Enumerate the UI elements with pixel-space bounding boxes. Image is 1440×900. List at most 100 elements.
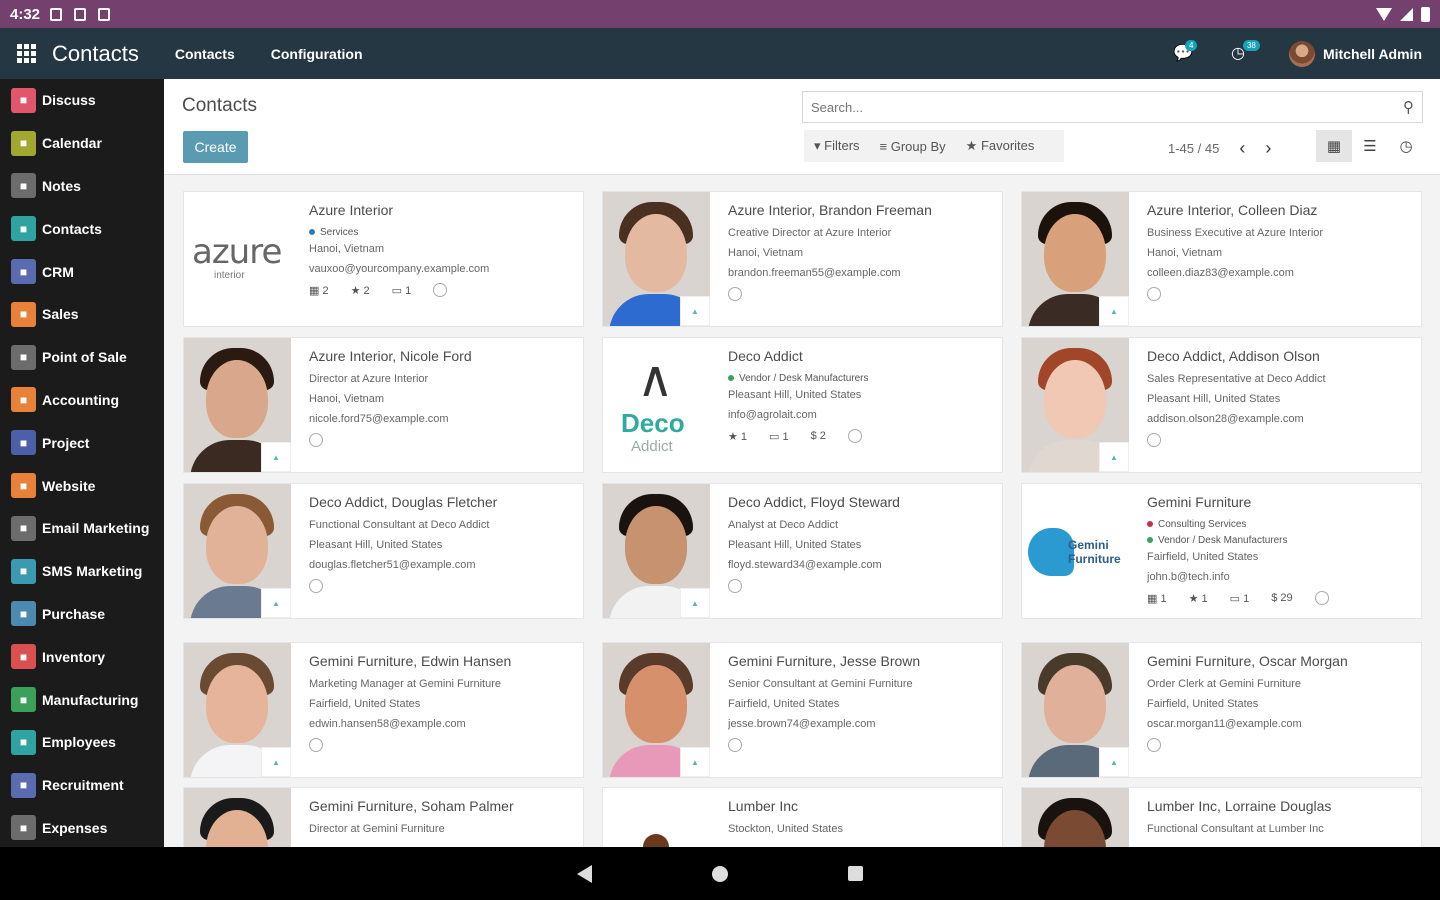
activity-clock-icon[interactable] xyxy=(847,429,862,443)
contact-photo: ▲ xyxy=(184,788,291,847)
activity-clock-icon[interactable] xyxy=(309,738,323,752)
sidebar-item-accounting[interactable]: ■ Accounting xyxy=(0,379,164,422)
sidebar-item-purchase[interactable]: ■ Purchase xyxy=(0,593,164,636)
contact-card[interactable]: ▲ Azure Interior, Brandon Freeman Creative… xyxy=(602,191,1003,327)
invoices-stat[interactable]: ▭ 1 xyxy=(1230,592,1250,605)
search-icon[interactable]: ⚲ xyxy=(1403,98,1414,116)
pager-next-icon[interactable]: › xyxy=(1265,138,1271,159)
create-button[interactable]: Create xyxy=(183,131,248,163)
sidebar-item-project[interactable]: ■ Project xyxy=(0,421,164,464)
activity-clock-icon[interactable] xyxy=(1147,287,1161,301)
sales-stat[interactable]: $ 29 xyxy=(1271,592,1292,604)
sidebar-item-notes[interactable]: ■ Notes xyxy=(0,165,164,208)
tag-color-dot xyxy=(309,229,315,236)
activity-clock-icon[interactable] xyxy=(309,433,323,447)
invoices-stat[interactable]: ▭ 1 xyxy=(769,430,789,443)
invoices-icon: ▭ xyxy=(769,430,783,443)
menu-contacts[interactable]: Contacts xyxy=(175,46,235,62)
contact-detail: Functional Consultant at Lumber Inc xyxy=(1147,823,1324,835)
activity-clock-icon[interactable] xyxy=(728,579,742,593)
pager-value[interactable]: 1-45 / 45 xyxy=(1168,141,1219,156)
sidebar-item-expenses[interactable]: ■ Expenses xyxy=(0,807,164,850)
search-bar[interactable]: ⚲ xyxy=(802,91,1423,123)
sidebar-item-employees[interactable]: ■ Employees xyxy=(0,721,164,764)
menu-configuration[interactable]: Configuration xyxy=(271,46,363,62)
category-tag: Vendor / Desk Manufacturers xyxy=(728,373,994,384)
sales-stat[interactable]: $ 2 xyxy=(811,430,826,442)
pager-previous-icon[interactable]: ‹ xyxy=(1239,138,1245,159)
opportunities-stat[interactable]: ★ 2 xyxy=(351,284,370,297)
opportunities-stat[interactable]: ★ 1 xyxy=(1189,592,1208,605)
activity-view-icon[interactable]: ◷ xyxy=(1388,130,1424,162)
sidebar-item-inventory[interactable]: ■ Inventory xyxy=(0,635,164,678)
contact-card[interactable]: Gemini Furniture Gemini Furniture Consulti… xyxy=(1021,483,1422,619)
contact-card[interactable]: ▲ Lumber Inc, Lorraine Douglas Functional … xyxy=(1021,787,1422,847)
company-mini-logo: ▲ xyxy=(1099,442,1129,472)
contact-card[interactable]: ▲ Gemini Furniture, Edwin Hansen Marketing… xyxy=(183,642,584,778)
search-input[interactable] xyxy=(811,99,1403,115)
group-by-button[interactable]: ≡ Group By xyxy=(880,139,946,154)
back-icon[interactable] xyxy=(577,864,592,883)
gemini-logo-text: Gemini Furniture xyxy=(1068,538,1121,566)
list-view-icon[interactable]: ☰ xyxy=(1352,130,1388,162)
search-options: ▾ Filters ≡ Group By ★ Favorites xyxy=(804,130,1065,162)
contact-name: Lumber Inc xyxy=(728,798,799,814)
compass-logo-icon: ∧ xyxy=(637,350,674,408)
contact-card[interactable]: ▲ Deco Addict, Douglas Fletcher Functional… xyxy=(183,483,584,619)
contact-detail: Hanoi, Vietnam xyxy=(309,393,385,405)
sidebar-item-email-marketing[interactable]: ■ Email Marketing xyxy=(0,507,164,550)
activity-clock-icon[interactable] xyxy=(1314,591,1329,605)
apps-menu-icon[interactable] xyxy=(0,44,52,63)
contact-detail: Pleasant Hill, United States xyxy=(728,539,862,551)
photo-face xyxy=(206,360,268,438)
recents-icon[interactable] xyxy=(848,866,863,881)
home-icon[interactable] xyxy=(712,865,728,882)
recruitment-app-icon: ■ xyxy=(11,772,36,798)
contact-card[interactable]: ▲ Azure Interior, Colleen Diaz Business Ex… xyxy=(1021,191,1422,327)
favorites-button[interactable]: ★ Favorites xyxy=(966,138,1035,154)
activity-clock-icon[interactable] xyxy=(728,287,742,301)
sidebar-item-discuss[interactable]: ■ Discuss xyxy=(0,79,164,122)
meetings-stat[interactable]: ▦ 1 xyxy=(1147,592,1167,605)
activity-clock-icon[interactable] xyxy=(433,283,448,297)
sidebar-item-point-of-sale[interactable]: ■ Point of Sale xyxy=(0,336,164,379)
app-brand[interactable]: Contacts xyxy=(52,41,139,67)
opportunities-stat[interactable]: ★ 1 xyxy=(728,430,747,443)
sidebar-item-calendar[interactable]: ■ Calendar xyxy=(0,122,164,165)
kanban-view-icon[interactable]: ▦ xyxy=(1316,130,1352,162)
sidebar-item-sms-marketing[interactable]: ■ SMS Marketing xyxy=(0,550,164,593)
sidebar-item-contacts[interactable]: ■ Contacts xyxy=(0,207,164,250)
contact-name: Gemini Furniture, Soham Palmer xyxy=(309,798,514,814)
contact-card[interactable]: ▲ Deco Addict, Addison Olson Sales Represe… xyxy=(1021,337,1422,473)
user-name[interactable]: Mitchell Admin xyxy=(1323,46,1422,62)
contact-card[interactable]: ∧ Deco Addict Deco Addict Vendor / Desk Manu… xyxy=(602,337,1003,473)
contact-card[interactable]: ▲ Gemini Furniture, Soham Palmer Director … xyxy=(183,787,584,847)
contact-card[interactable]: ▲ Deco Addict, Floyd Steward Analyst at De… xyxy=(602,483,1003,619)
sidebar-item-manufacturing[interactable]: ■ Manufacturing xyxy=(0,678,164,721)
contact-card[interactable]: ▲ Azure Interior, Nicole Ford Director at … xyxy=(183,337,584,473)
contact-card[interactable]: ▲ Gemini Furniture, Jesse Brown Senior Con… xyxy=(602,642,1003,778)
category-tag: Vendor / Desk Manufacturers xyxy=(1147,535,1413,546)
sidebar-item-website[interactable]: ■ Website xyxy=(0,464,164,507)
contact-stats xyxy=(1147,287,1413,301)
contact-card[interactable]: ▲ Gemini Furniture, Oscar Morgan Order Cle… xyxy=(1021,642,1422,778)
activity-clock-icon[interactable]: ◷ 38 xyxy=(1231,39,1260,62)
invoices-stat[interactable]: ▭ 1 xyxy=(392,284,412,297)
contact-info: Gemini Furniture, Jesse Brown Senior Cons… xyxy=(728,653,994,752)
sidebar-item-recruitment[interactable]: ■ Recruitment xyxy=(0,764,164,807)
contact-info: Lumber Inc, Lorraine Douglas Functional C… xyxy=(1147,798,1413,843)
user-avatar[interactable] xyxy=(1288,40,1315,67)
filters-button[interactable]: ▾ Filters xyxy=(814,138,860,154)
activity-clock-icon[interactable] xyxy=(728,738,742,752)
contact-name: Deco Addict xyxy=(728,348,803,364)
meetings-stat[interactable]: ▦ 2 xyxy=(309,284,329,297)
chat-icon[interactable]: 💬 4 xyxy=(1173,39,1198,62)
contact-card[interactable]: azure interior Azure Interior Services Hanoi… xyxy=(183,191,584,327)
activity-clock-icon[interactable] xyxy=(309,579,323,593)
activity-clock-icon[interactable] xyxy=(1147,738,1161,752)
sidebar-item-sales[interactable]: ■ Sales xyxy=(0,293,164,336)
sidebar-item-crm[interactable]: ■ CRM xyxy=(0,250,164,293)
contact-card[interactable]: Lumber Inc Stockton, United States xyxy=(602,787,1003,847)
sidebar-item-label: Contacts xyxy=(42,220,102,237)
activity-clock-icon[interactable] xyxy=(1147,433,1161,447)
